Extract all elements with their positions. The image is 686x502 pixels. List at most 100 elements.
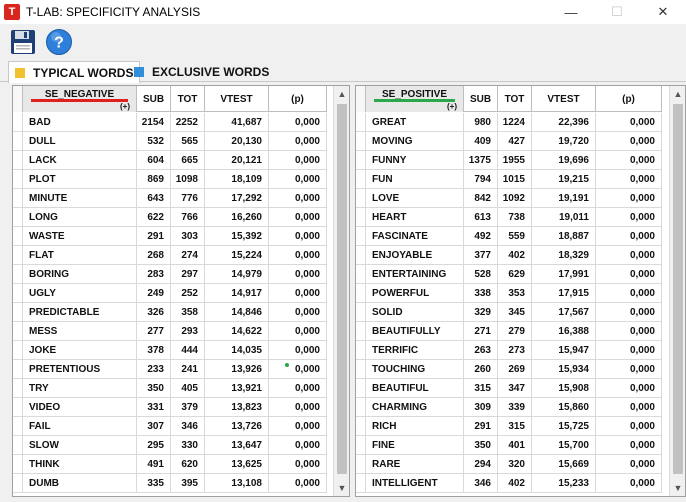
table-row[interactable]: LONG 622 766 16,260 0,000 (13, 208, 327, 227)
row-selector[interactable] (356, 113, 366, 131)
scroll-up-icon[interactable]: ▲ (670, 86, 685, 102)
table-row[interactable]: DULL 532 565 20,130 0,000 (13, 132, 327, 151)
table-row[interactable]: BAD 2154 2252 41,687 0,000 (13, 113, 327, 132)
tab-typical-words[interactable]: TYPICAL WORDS (8, 61, 141, 83)
row-selector[interactable] (13, 132, 23, 150)
table-row[interactable]: MESS 277 293 14,622 0,000 (13, 322, 327, 341)
table-row[interactable]: MINUTE 643 776 17,292 0,000 (13, 189, 327, 208)
row-selector[interactable] (356, 284, 366, 302)
table-row[interactable]: BEAUTIFULLY 271 279 16,388 0,000 (356, 322, 662, 341)
row-selector[interactable] (356, 227, 366, 245)
row-selector[interactable] (356, 303, 366, 321)
table-row[interactable]: BEAUTIFUL 315 347 15,908 0,000 (356, 379, 662, 398)
row-selector[interactable] (356, 436, 366, 454)
row-selector[interactable] (356, 474, 366, 492)
minimize-button[interactable]: — (548, 0, 594, 24)
table-row[interactable]: POWERFUL 338 353 17,915 0,000 (356, 284, 662, 303)
table-row[interactable]: JOKE 378 444 14,035 0,000 (13, 341, 327, 360)
table-row[interactable]: BORING 283 297 14,979 0,000 (13, 265, 327, 284)
row-selector[interactable] (13, 189, 23, 207)
table-row[interactable]: VIDEO 331 379 13,823 0,000 (13, 398, 327, 417)
table-row[interactable]: TERRIFIC 263 273 15,947 0,000 (356, 341, 662, 360)
row-selector[interactable] (356, 341, 366, 359)
row-selector[interactable] (356, 170, 366, 188)
table-row[interactable]: LOVE 842 1092 19,191 0,000 (356, 189, 662, 208)
row-selector[interactable] (13, 417, 23, 435)
row-selector[interactable] (356, 246, 366, 264)
row-selector[interactable] (356, 151, 366, 169)
row-selector[interactable] (13, 265, 23, 283)
col-header-vtest[interactable]: VTEST (205, 86, 269, 112)
col-header-sub[interactable]: SUB (464, 86, 498, 112)
col-header-vtest[interactable]: VTEST (532, 86, 596, 112)
vertical-scrollbar[interactable]: ▲ ▼ (669, 86, 685, 496)
row-selector[interactable] (356, 208, 366, 226)
row-selector[interactable] (356, 455, 366, 473)
table-row[interactable]: MOVING 409 427 19,720 0,000 (356, 132, 662, 151)
table-row[interactable]: SLOW 295 330 13,647 0,000 (13, 436, 327, 455)
group-header-positive[interactable]: SE_POSITIVE (+) (366, 86, 464, 112)
row-selector[interactable] (356, 417, 366, 435)
table-row[interactable]: HEART 613 738 19,011 0,000 (356, 208, 662, 227)
row-selector[interactable] (13, 284, 23, 302)
table-row[interactable]: UGLY 249 252 14,917 0,000 (13, 284, 327, 303)
table-row[interactable]: CHARMING 309 339 15,860 0,000 (356, 398, 662, 417)
row-selector[interactable] (356, 189, 366, 207)
col-header-tot[interactable]: TOT (498, 86, 532, 112)
table-row[interactable]: FUN 794 1015 19,215 0,000 (356, 170, 662, 189)
col-header-sub[interactable]: SUB (137, 86, 171, 112)
scroll-thumb[interactable] (673, 104, 683, 474)
table-row[interactable]: SOLID 329 345 17,567 0,000 (356, 303, 662, 322)
row-selector[interactable] (356, 398, 366, 416)
table-row[interactable]: ENTERTAINING 528 629 17,991 0,000 (356, 265, 662, 284)
scroll-down-icon[interactable]: ▼ (670, 480, 685, 496)
row-selector[interactable] (13, 303, 23, 321)
row-selector[interactable] (13, 246, 23, 264)
scroll-up-icon[interactable]: ▲ (334, 86, 349, 102)
close-button[interactable]: ✕ (640, 0, 686, 24)
col-header-p[interactable]: (p) (596, 86, 662, 112)
row-selector[interactable] (13, 208, 23, 226)
table-row[interactable]: INTELLIGENT 346 402 15,233 0,000 (356, 474, 662, 493)
row-selector[interactable] (356, 322, 366, 340)
row-selector[interactable] (13, 474, 23, 492)
tab-exclusive-words[interactable]: EXCLUSIVE WORDS (128, 61, 275, 82)
row-selector[interactable] (13, 341, 23, 359)
table-row[interactable]: TRY 350 405 13,921 0,000 (13, 379, 327, 398)
row-selector[interactable] (13, 322, 23, 340)
row-selector[interactable] (13, 360, 23, 378)
table-row[interactable]: RICH 291 315 15,725 0,000 (356, 417, 662, 436)
row-selector[interactable] (13, 227, 23, 245)
row-selector[interactable] (13, 398, 23, 416)
table-row[interactable]: ENJOYABLE 377 402 18,329 0,000 (356, 246, 662, 265)
table-row[interactable]: PREDICTABLE 326 358 14,846 0,000 (13, 303, 327, 322)
save-button[interactable] (8, 27, 38, 57)
table-row[interactable]: TOUCHING 260 269 15,934 0,000 (356, 360, 662, 379)
scroll-thumb[interactable] (337, 104, 347, 474)
group-header-negative[interactable]: SE_NEGATIVE (+) (23, 86, 137, 112)
row-selector[interactable] (13, 151, 23, 169)
col-header-p[interactable]: (p) (269, 86, 327, 112)
row-selector[interactable] (13, 379, 23, 397)
row-selector[interactable] (356, 379, 366, 397)
table-row[interactable]: GREAT 980 1224 22,396 0,000 (356, 113, 662, 132)
col-header-tot[interactable]: TOT (171, 86, 205, 112)
table-row[interactable]: WASTE 291 303 15,392 0,000 (13, 227, 327, 246)
table-row[interactable]: FUNNY 1375 1955 19,696 0,000 (356, 151, 662, 170)
table-row[interactable]: PLOT 869 1098 18,109 0,000 (13, 170, 327, 189)
row-selector[interactable] (13, 455, 23, 473)
vertical-scrollbar[interactable]: ▲ ▼ (333, 86, 349, 496)
scroll-down-icon[interactable]: ▼ (334, 480, 349, 496)
table-row[interactable]: PRETENTIOUS 233 241 13,926 0,000 (13, 360, 327, 379)
table-row[interactable]: THINK 491 620 13,625 0,000 (13, 455, 327, 474)
row-selector[interactable] (356, 132, 366, 150)
row-selector[interactable] (13, 113, 23, 131)
row-selector[interactable] (13, 170, 23, 188)
maximize-button[interactable]: ☐ (594, 0, 640, 24)
row-selector[interactable] (13, 436, 23, 454)
table-row[interactable]: FAIL 307 346 13,726 0,000 (13, 417, 327, 436)
table-row[interactable]: DUMB 335 395 13,108 0,000 (13, 474, 327, 493)
table-row[interactable]: FINE 350 401 15,700 0,000 (356, 436, 662, 455)
table-row[interactable]: FASCINATE 492 559 18,887 0,000 (356, 227, 662, 246)
table-row[interactable]: FLAT 268 274 15,224 0,000 (13, 246, 327, 265)
